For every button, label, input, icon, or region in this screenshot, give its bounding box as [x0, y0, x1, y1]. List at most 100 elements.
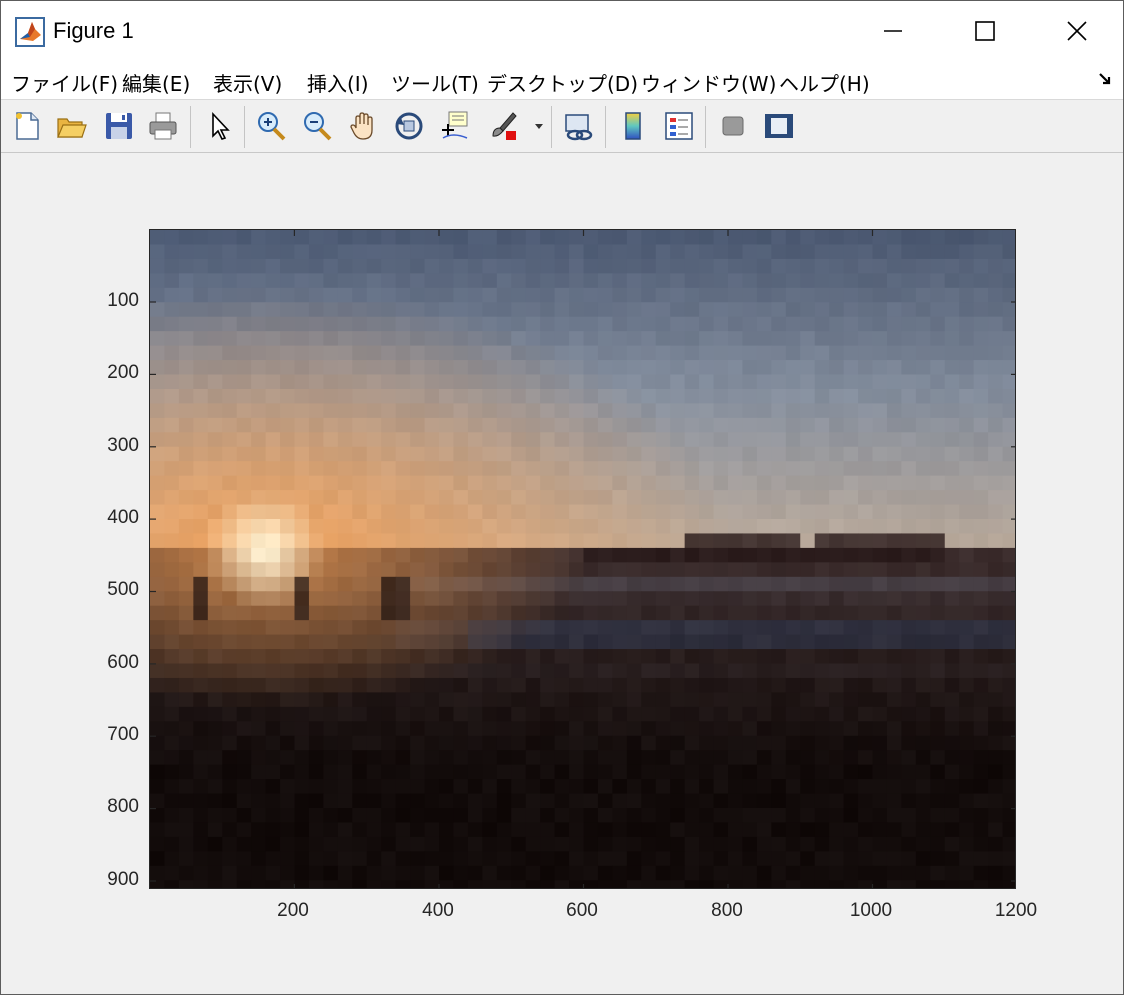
image-pixel-block — [323, 230, 339, 246]
image-pixel-block — [294, 258, 310, 274]
close-button[interactable] — [1031, 1, 1123, 61]
menu-tools[interactable]: ツール(T) — [391, 68, 479, 97]
menu-desktop[interactable]: デスクトップ(D) — [487, 68, 638, 97]
image-pixel-block — [540, 244, 556, 260]
image-pixel-block — [756, 316, 772, 332]
image-pixel-block — [150, 750, 166, 766]
image-pixel-block — [872, 591, 888, 607]
image-pixel-block — [540, 836, 556, 852]
title-bar[interactable]: Figure 1 — [1, 1, 1123, 61]
image-pixel-block — [265, 345, 281, 361]
zoom-out-icon[interactable] — [299, 108, 335, 144]
image-pixel-block — [381, 302, 397, 318]
image-pixel-block — [467, 519, 483, 535]
image-pixel-block — [843, 692, 859, 708]
image-pixel-block — [641, 851, 657, 867]
image-pixel-block — [626, 634, 642, 650]
image-pixel-block — [424, 461, 440, 477]
image-pixel-block — [713, 258, 729, 274]
image-pixel-block — [453, 634, 469, 650]
rotate-3d-icon[interactable] — [391, 108, 427, 144]
image-pixel-block — [280, 865, 296, 881]
image-pixel-block — [814, 634, 830, 650]
image-pixel-block — [496, 403, 512, 419]
image-pixel-block — [482, 634, 498, 650]
image-pixel-block — [756, 403, 772, 419]
image-pixel-block — [251, 461, 267, 477]
image-pixel-block — [915, 432, 931, 448]
menu-insert[interactable]: 挿入(I) — [307, 68, 369, 97]
image-pixel-block — [670, 244, 686, 260]
image-pixel-block — [583, 721, 599, 737]
image-pixel-block — [886, 360, 902, 376]
print-icon[interactable] — [145, 108, 181, 144]
image-pixel-block — [323, 649, 339, 665]
image-pixel-block — [742, 446, 758, 462]
image-pixel-block — [222, 533, 238, 549]
image-pixel-block — [655, 576, 671, 592]
legend-icon[interactable] — [661, 108, 697, 144]
image-pixel-block — [713, 576, 729, 592]
image-axes[interactable] — [149, 229, 1016, 889]
image-pixel-block — [308, 432, 324, 448]
menu-help[interactable]: ヘルプ(H) — [779, 68, 870, 97]
image-pixel-block — [236, 331, 252, 347]
image-pixel-block — [944, 374, 960, 390]
image-pixel-block — [150, 273, 166, 289]
image-pixel-block — [222, 316, 238, 332]
image-pixel-block — [337, 302, 353, 318]
image-pixel-block — [323, 735, 339, 751]
hide-plot-tools-icon[interactable] — [715, 108, 751, 144]
image-pixel-block — [352, 388, 368, 404]
image-pixel-block — [886, 822, 902, 838]
image-pixel-block — [930, 331, 946, 347]
image-pixel-block — [323, 605, 339, 621]
image-pixel-block — [641, 692, 657, 708]
image-pixel-block — [959, 504, 975, 520]
image-pixel-block — [178, 605, 194, 621]
menu-view[interactable]: 表示(V) — [213, 68, 282, 97]
image-pixel-block — [540, 475, 556, 491]
brush-icon[interactable] — [485, 108, 521, 144]
zoom-in-icon[interactable] — [253, 108, 289, 144]
image-pixel-block — [280, 764, 296, 780]
select-pointer-icon[interactable] — [201, 108, 237, 144]
menu-file[interactable]: ファイル(F) — [11, 68, 118, 97]
save-icon[interactable] — [101, 108, 137, 144]
menu-window[interactable]: ウィンドウ(W) — [641, 68, 776, 97]
image-pixel-block — [988, 490, 1004, 506]
image-pixel-block — [236, 388, 252, 404]
image-pixel-block — [988, 287, 1004, 303]
link-plot-icon[interactable] — [561, 108, 597, 144]
minimize-button[interactable] — [847, 1, 939, 61]
image-pixel-block — [496, 851, 512, 867]
image-pixel-block — [150, 865, 166, 881]
maximize-button[interactable] — [939, 1, 1031, 61]
image-pixel-block — [771, 591, 787, 607]
image-pixel-block — [626, 244, 642, 260]
image-pixel-block — [178, 417, 194, 433]
image-pixel-block — [597, 287, 613, 303]
image-pixel-block — [785, 591, 801, 607]
image-pixel-block — [439, 576, 455, 592]
pan-hand-icon[interactable] — [345, 108, 381, 144]
open-file-icon[interactable] — [53, 108, 89, 144]
colorbar-icon[interactable] — [615, 108, 651, 144]
image-pixel-block — [150, 547, 166, 563]
image-pixel-block — [511, 258, 527, 274]
image-pixel-block — [988, 403, 1004, 419]
brush-dropdown-icon[interactable] — [529, 108, 549, 144]
image-pixel-block — [439, 649, 455, 665]
menu-edit[interactable]: 編集(E) — [122, 68, 190, 97]
image-pixel-block — [843, 620, 859, 636]
show-plot-tools-icon[interactable] — [761, 108, 797, 144]
new-figure-icon[interactable] — [9, 108, 45, 144]
image-pixel-block — [959, 634, 975, 650]
image-pixel-block — [308, 591, 324, 607]
dock-arrow-icon[interactable] — [1097, 70, 1115, 88]
image-pixel-block — [323, 822, 339, 838]
image-pixel-block — [352, 273, 368, 289]
image-pixel-block — [323, 620, 339, 636]
image-pixel-block — [424, 822, 440, 838]
data-cursor-icon[interactable] — [437, 108, 473, 144]
